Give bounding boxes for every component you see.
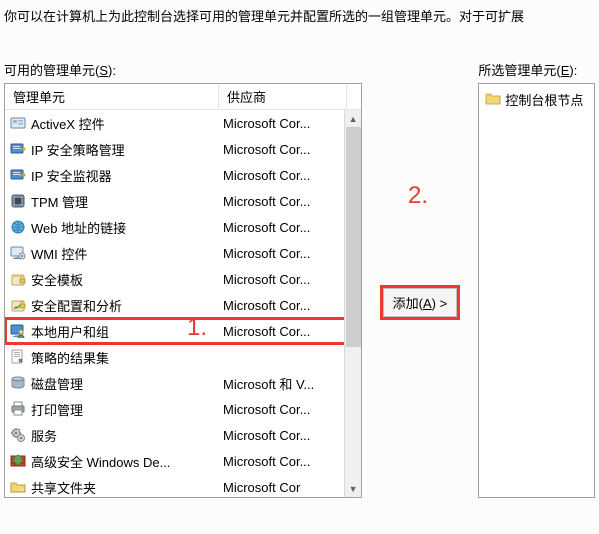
ipsec-policy-icon (9, 141, 27, 157)
firewall-icon (9, 453, 27, 469)
console-root-node[interactable]: 控制台根节点 (483, 88, 590, 111)
ipsec-monitor-icon (9, 167, 27, 183)
item-name: TPM 管理 (31, 192, 219, 211)
header-name-col[interactable]: 管理单元 (5, 84, 219, 109)
item-vendor: Microsoft Cor... (219, 454, 347, 469)
list-item[interactable]: TPM 管理Microsoft Cor... (5, 188, 361, 214)
item-vendor: Microsoft Cor... (219, 272, 347, 287)
item-vendor: Microsoft Cor... (219, 142, 347, 157)
list-item[interactable]: 打印管理Microsoft Cor... (5, 396, 361, 422)
scroll-thumb[interactable] (346, 127, 361, 347)
web-link-icon (9, 219, 27, 235)
item-vendor: Microsoft Cor... (219, 324, 347, 339)
item-name: 磁盘管理 (31, 374, 219, 393)
item-name: 策略的结果集 (31, 348, 219, 367)
item-name: 安全配置和分析 (31, 296, 219, 315)
list-item[interactable]: 策略的结果集 (5, 344, 361, 370)
item-name: ActiveX 控件 (31, 114, 219, 133)
list-item[interactable]: WMI 控件Microsoft Cor... (5, 240, 361, 266)
tree-item-label: 控制台根节点 (505, 90, 583, 109)
add-button[interactable]: 添加(A) > (380, 285, 461, 320)
available-snapins-label: 可用的管理单元(S): (4, 60, 362, 79)
wmi-icon (9, 245, 27, 261)
services-icon (9, 427, 27, 443)
item-vendor: Microsoft Cor... (219, 298, 347, 313)
security-config-icon (9, 297, 27, 313)
scroll-down-arrow[interactable]: ▼ (345, 480, 362, 497)
list-item[interactable]: 本地用户和组Microsoft Cor... (5, 318, 361, 344)
item-name: 安全模板 (31, 270, 219, 289)
item-name: 共享文件夹 (31, 478, 219, 497)
list-item[interactable]: 磁盘管理Microsoft 和 V... (5, 370, 361, 396)
selected-snapins-tree[interactable]: 控制台根节点 (478, 83, 595, 498)
disk-mgmt-icon (9, 375, 27, 391)
item-vendor: Microsoft Cor... (219, 116, 347, 131)
item-name: IP 安全监视器 (31, 166, 219, 185)
tpm-icon (9, 193, 27, 209)
selected-snapins-label: 所选管理单元(E): (478, 60, 595, 79)
list-item[interactable]: ActiveX 控件Microsoft Cor... (5, 110, 361, 136)
security-template-icon (9, 271, 27, 287)
shared-folder-icon (9, 479, 27, 495)
list-item[interactable]: IP 安全策略管理Microsoft Cor... (5, 136, 361, 162)
list-header: 管理单元 供应商 (5, 84, 361, 110)
item-vendor: Microsoft Cor... (219, 194, 347, 209)
item-name: WMI 控件 (31, 244, 219, 263)
rsop-icon (9, 349, 27, 365)
item-name: 高级安全 Windows De... (31, 452, 219, 471)
item-name: 服务 (31, 426, 219, 445)
item-name: IP 安全策略管理 (31, 140, 219, 159)
item-vendor: Microsoft Cor... (219, 246, 347, 261)
activex-icon (9, 115, 27, 131)
item-vendor: Microsoft Cor... (219, 402, 347, 417)
item-vendor: Microsoft Cor (219, 480, 347, 495)
item-vendor: Microsoft 和 V... (219, 374, 347, 393)
folder-icon (485, 91, 501, 108)
item-name: 打印管理 (31, 400, 219, 419)
item-name: Web 地址的链接 (31, 218, 219, 237)
print-mgmt-icon (9, 401, 27, 417)
dialog-description: 你可以在计算机上为此控制台选择可用的管理单元并配置所选的一组管理单元。对于可扩展 (4, 8, 595, 26)
header-vendor-col[interactable]: 供应商 (219, 84, 347, 109)
item-name: 本地用户和组 (31, 322, 219, 341)
item-vendor: Microsoft Cor... (219, 220, 347, 235)
item-vendor: Microsoft Cor... (219, 428, 347, 443)
list-item[interactable]: 安全模板Microsoft Cor... (5, 266, 361, 292)
local-users-icon (9, 323, 27, 339)
scroll-up-arrow[interactable]: ▲ (345, 110, 362, 127)
scrollbar[interactable]: ▲ ▼ (344, 110, 361, 497)
list-item[interactable]: 服务Microsoft Cor... (5, 422, 361, 448)
list-item[interactable]: 安全配置和分析Microsoft Cor... (5, 292, 361, 318)
list-item[interactable]: 高级安全 Windows De...Microsoft Cor... (5, 448, 361, 474)
available-snapins-list[interactable]: 管理单元 供应商 ActiveX 控件Microsoft Cor...IP 安全… (4, 83, 362, 498)
item-vendor: Microsoft Cor... (219, 168, 347, 183)
list-item[interactable]: IP 安全监视器Microsoft Cor... (5, 162, 361, 188)
list-item[interactable]: 共享文件夹Microsoft Cor (5, 474, 361, 498)
list-item[interactable]: Web 地址的链接Microsoft Cor... (5, 214, 361, 240)
